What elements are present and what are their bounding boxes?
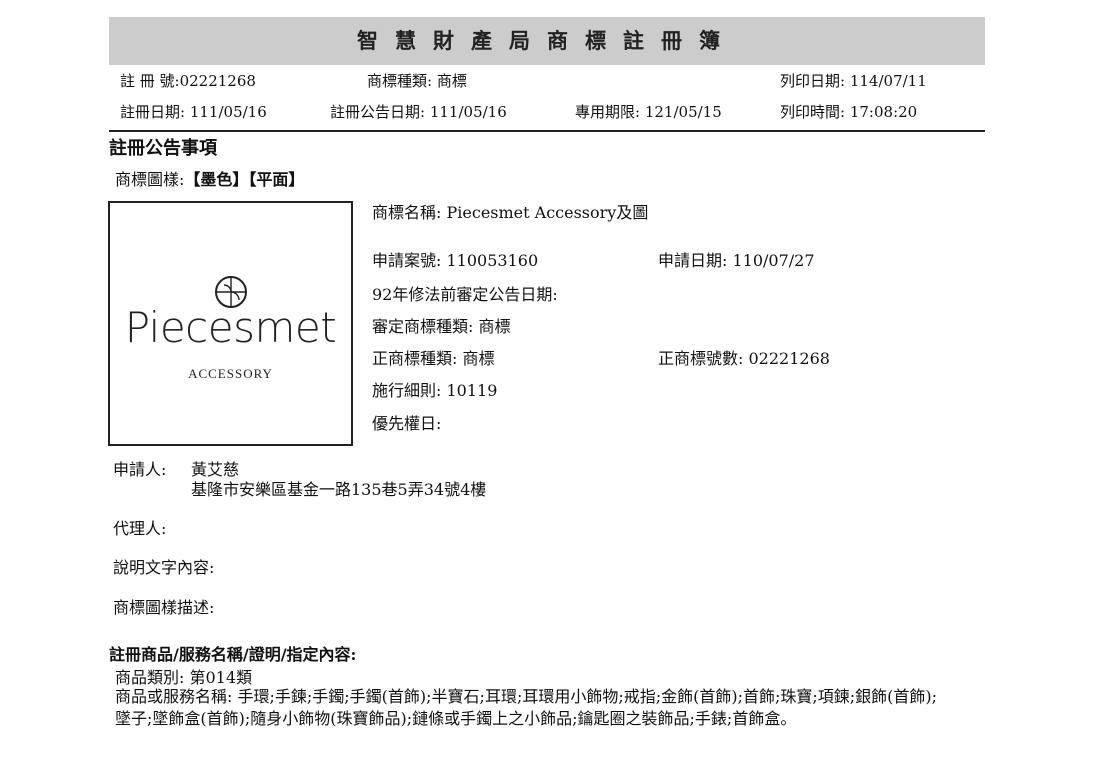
logo-wordmark: Piecesmet bbox=[124, 303, 337, 352]
goods-class-label: 商品類別: bbox=[115, 668, 185, 687]
print-date-value: 114/07/11 bbox=[849, 72, 927, 90]
reg-date-row: 註冊日期: 111/05/16 bbox=[120, 101, 267, 122]
print-time-row: 列印時間: 17:08:20 bbox=[780, 101, 917, 122]
logo-subtitle: ACCESSORY bbox=[188, 366, 273, 381]
rules-row: 施行細則: 10119 bbox=[372, 377, 497, 401]
priority-label: 優先權日: bbox=[372, 414, 442, 433]
main-type-row: 正商標種類: 商標 bbox=[372, 345, 495, 369]
exclusive-row: 專用期限: 121/05/15 bbox=[575, 101, 722, 122]
goods-class-value: 第014類 bbox=[189, 668, 253, 687]
pattern-value: 【墨色】【平面】 bbox=[184, 170, 305, 189]
rules-value: 10119 bbox=[446, 381, 498, 400]
print-date-label: 列印日期: bbox=[780, 72, 846, 90]
pattern-label: 商標圖樣: bbox=[115, 170, 185, 189]
goods-heading: 註冊商品/服務名稱/證明/指定內容: bbox=[109, 645, 357, 664]
main-type-value: 商標 bbox=[462, 349, 495, 368]
app-no-label: 申請案號: bbox=[372, 251, 442, 270]
register-title: 智慧財產局商標註冊簿 bbox=[109, 17, 985, 65]
reg-date-value: 111/05/16 bbox=[189, 103, 267, 121]
goods-items-label: 商品或服務名稱: bbox=[115, 687, 233, 706]
app-date-value: 110/07/27 bbox=[732, 251, 815, 270]
app-date-label: 申請日期: bbox=[658, 251, 728, 270]
type-value: 商標 bbox=[436, 72, 467, 90]
applicant-address: 基隆市安樂區基金一路135巷5弄34號4樓 bbox=[191, 480, 487, 499]
goods-items-row: 商品或服務名稱: 手環;手鍊;手鐲;手鐲(首飾);半寶石;耳環;耳環用小飾物;戒… bbox=[115, 686, 945, 730]
trademark-type-row: 商標種類: 商標 bbox=[367, 70, 467, 91]
tm-name-value: Piecesmet Accessory及圖 bbox=[446, 203, 649, 222]
reg-date-label: 註冊日期: bbox=[120, 103, 186, 121]
exclusive-value: 121/05/15 bbox=[644, 103, 722, 121]
type-label: 商標種類: bbox=[367, 72, 433, 90]
reg-no-value: 02221268 bbox=[179, 72, 256, 90]
app-no-value: 110053160 bbox=[446, 251, 539, 270]
tm-name-label: 商標名稱: bbox=[372, 203, 442, 222]
agent-label: 代理人: bbox=[113, 519, 167, 538]
main-no-label: 正商標號數: bbox=[658, 349, 744, 368]
section-heading: 註冊公告事項 bbox=[109, 138, 217, 159]
applicant-label: 申請人: bbox=[113, 460, 167, 479]
pub-date-row: 註冊公告日期: 111/05/16 bbox=[330, 101, 507, 122]
pub-date-value: 111/05/16 bbox=[429, 103, 507, 121]
pattern-row: 商標圖樣:【墨色】【平面】 bbox=[115, 166, 304, 190]
print-date-row: 列印日期: 114/07/11 bbox=[780, 70, 927, 91]
print-time-value: 17:08:20 bbox=[849, 103, 918, 121]
approved-type-value: 商標 bbox=[478, 317, 511, 336]
main-type-label: 正商標種類: bbox=[372, 349, 458, 368]
header-divider bbox=[109, 130, 985, 132]
goods-items-value: 手環;手鍊;手鐲;手鐲(首飾);半寶石;耳環;耳環用小飾物;戒指;金飾(首飾);… bbox=[115, 687, 938, 728]
app-date-row: 申請日期: 110/07/27 bbox=[658, 247, 815, 271]
pub-date-label: 註冊公告日期: bbox=[330, 103, 426, 121]
pattern-description-label: 商標圖樣描述: bbox=[113, 598, 215, 617]
reg-no-label: 註 冊 號: bbox=[120, 72, 180, 90]
description-label: 說明文字內容: bbox=[113, 558, 215, 577]
app-no-row: 申請案號: 110053160 bbox=[372, 247, 538, 271]
print-time-label: 列印時間: bbox=[780, 103, 846, 121]
goods-class-row: 商品類別: 第014類 bbox=[115, 664, 252, 688]
tm-name-row: 商標名稱: Piecesmet Accessory及圖 bbox=[372, 199, 648, 223]
rules-label: 施行細則: bbox=[372, 381, 442, 400]
pre92-label: 92年修法前審定公告日期: bbox=[372, 285, 558, 304]
approved-type-label: 審定商標種類: bbox=[372, 317, 474, 336]
main-no-row: 正商標號數: 02221268 bbox=[658, 345, 830, 369]
approved-type-row: 審定商標種類: 商標 bbox=[372, 313, 511, 337]
exclusive-label: 專用期限: bbox=[575, 103, 641, 121]
main-no-value: 02221268 bbox=[748, 349, 830, 368]
reg-no-row: 註 冊 號:02221268 bbox=[120, 70, 256, 91]
trademark-image: Piecesmet ACCESSORY bbox=[108, 201, 353, 446]
